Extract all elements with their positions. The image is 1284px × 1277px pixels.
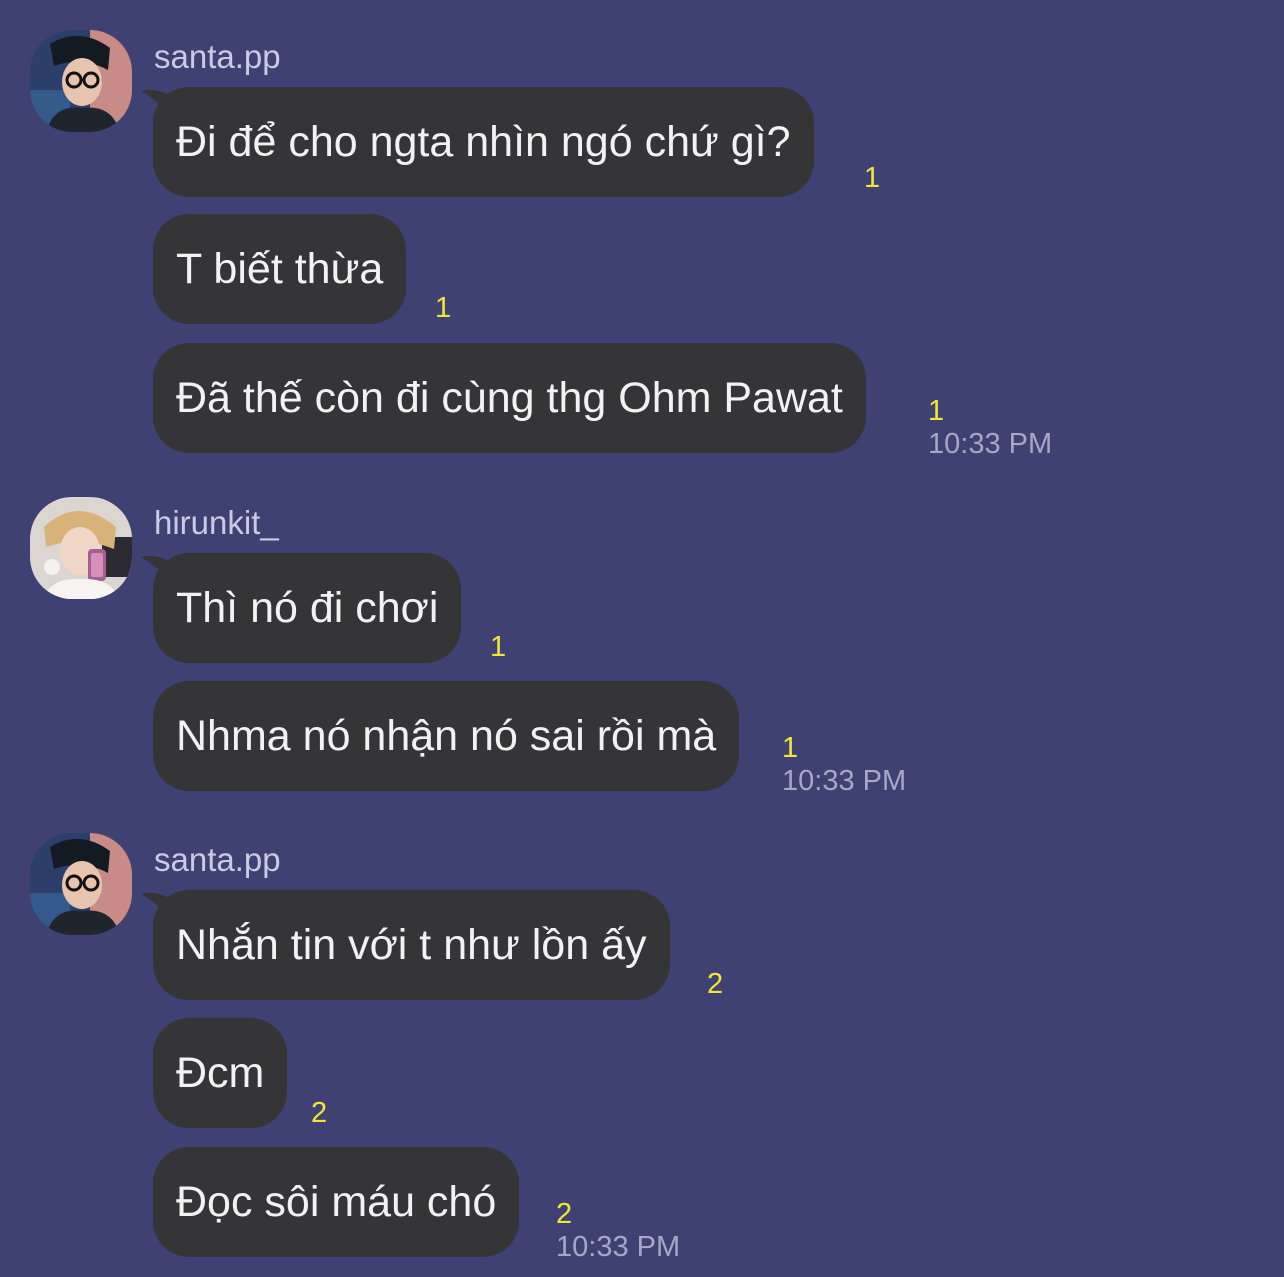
unread-count: 2 (556, 1198, 573, 1230)
message-meta: 2 (707, 890, 723, 1003)
unread-count: 2 (311, 1097, 328, 1129)
message-text: Nhắn tin với t như lồn ấy (176, 921, 647, 969)
avatar[interactable] (30, 497, 132, 599)
message-text: Đcm (176, 1049, 265, 1097)
message-meta: 1 10:33 PM (928, 343, 1052, 459)
avatar[interactable] (30, 30, 132, 132)
message-time: 10:33 PM (556, 1231, 681, 1263)
message-bubble[interactable]: Đcm (153, 1018, 288, 1128)
unread-count: 1 (928, 395, 945, 427)
username: santa.pp (154, 38, 281, 75)
santa-pp-avatar-icon (30, 30, 132, 132)
message-bubble[interactable]: Đọc sôi máu chó (153, 1147, 520, 1257)
bubble-tail (141, 553, 173, 583)
avatar[interactable] (30, 833, 132, 935)
unread-count: 2 (707, 968, 724, 1000)
username: santa.pp (154, 841, 281, 878)
message-meta: 2 (311, 1018, 327, 1132)
message-text: Đi để cho ngta nhìn ngó chứ gì? (176, 118, 791, 166)
message-time: 10:33 PM (928, 428, 1053, 460)
username: hirunkit_ (154, 504, 279, 541)
message-text: Đã thế còn đi cùng thg Ohm Pawat (176, 374, 843, 422)
message-text: Đọc sôi máu chó (176, 1178, 497, 1226)
message-bubble[interactable]: T biết thừa (153, 214, 407, 324)
message-meta: 1 10:33 PM (782, 681, 906, 796)
bubble-tail (141, 890, 173, 920)
message-bubble[interactable]: Nhma nó nhận nó sai rồi mà (153, 681, 740, 791)
unread-count: 1 (490, 631, 507, 663)
message-meta: 1 (490, 553, 506, 666)
message-bubble[interactable]: Đi để cho ngta nhìn ngó chứ gì? (141, 87, 814, 197)
unread-count: 1 (782, 732, 799, 764)
bubble-tail (141, 87, 173, 117)
message-meta: 1 (864, 87, 880, 197)
message-time: 10:33 PM (782, 765, 907, 797)
message-text: Nhma nó nhận nó sai rồi mà (176, 712, 717, 760)
message-text: T biết thừa (176, 245, 384, 293)
message-bubble[interactable]: Thì nó đi chơi (141, 553, 462, 663)
message-bubble[interactable]: Nhắn tin với t như lồn ấy (141, 890, 670, 1000)
message-meta: 2 10:33 PM (556, 1147, 680, 1262)
message-bubble[interactable]: Đã thế còn đi cùng thg Ohm Pawat (153, 343, 866, 453)
hirunkit-avatar-icon (30, 497, 132, 599)
unread-count: 1 (435, 292, 452, 324)
message-meta: 1 (435, 214, 451, 327)
unread-count: 1 (864, 162, 881, 194)
message-text: Thì nó đi chơi (176, 584, 439, 632)
santa-pp-avatar-icon (30, 833, 132, 935)
